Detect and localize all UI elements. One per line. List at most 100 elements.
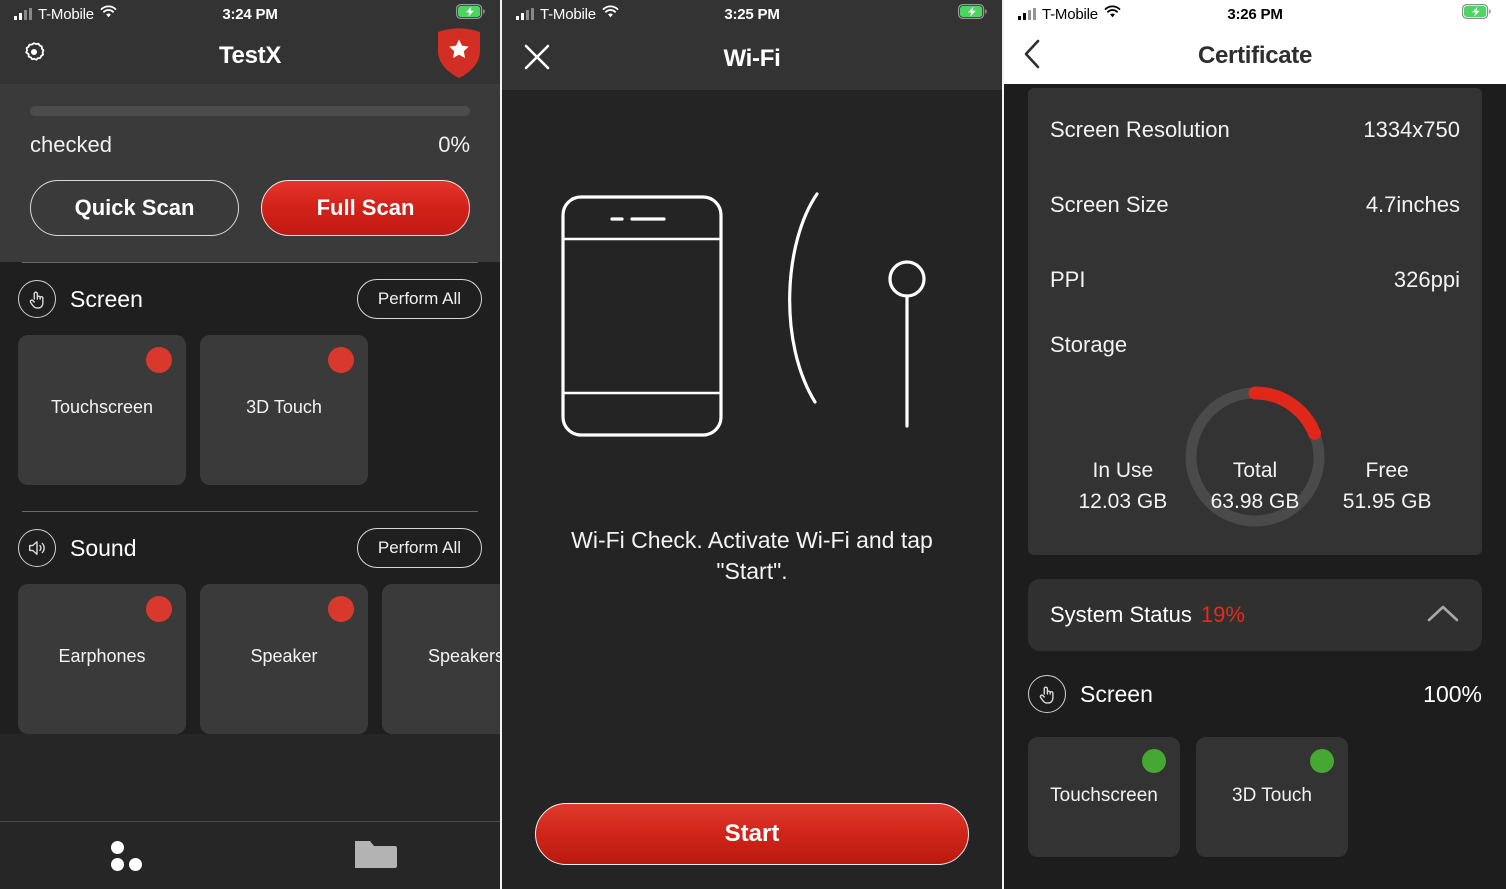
carrier-label: T-Mobile xyxy=(1042,5,1098,23)
section-header-screen: Screen Perform All xyxy=(18,263,482,335)
spec-value: 1334x750 xyxy=(1363,116,1460,142)
test-card-label: Speakers xyxy=(427,646,500,666)
page-title: Certificate xyxy=(1197,42,1313,69)
status-bar: T-Mobile 3:26 PM xyxy=(1004,0,1506,28)
scan-progress-value: 0% xyxy=(438,132,470,157)
test-card[interactable]: Touchscreen xyxy=(1028,737,1180,857)
tab-bar xyxy=(0,821,500,889)
perform-all-button-sound[interactable]: Perform All xyxy=(356,528,482,568)
status-badge xyxy=(146,596,172,622)
in-use-value: 12.03 GB xyxy=(1078,490,1168,513)
settings-button[interactable] xyxy=(18,38,50,75)
status-bar-right xyxy=(1462,4,1492,24)
test-card[interactable]: Speakers xyxy=(382,584,500,734)
spec-label: Screen Size xyxy=(1050,191,1169,217)
touch-gesture-icon xyxy=(18,280,56,318)
status-bar-left: T-Mobile xyxy=(516,5,619,23)
spec-row-storage: Storage xyxy=(1028,317,1482,373)
system-status-label: System Status xyxy=(1050,602,1192,627)
battery-charging-icon xyxy=(456,4,486,24)
scan-progress-bar xyxy=(30,106,470,116)
carrier-label: T-Mobile xyxy=(540,5,596,23)
chevron-left-icon xyxy=(1022,38,1042,75)
chevron-up-icon[interactable] xyxy=(1426,602,1460,629)
close-icon xyxy=(520,40,554,79)
storage-free: Free 51.95 GB xyxy=(1326,459,1448,514)
signal-bars-icon xyxy=(1018,8,1036,20)
test-card-label: 3D Touch xyxy=(246,397,322,417)
speaker-icon xyxy=(18,529,56,567)
section-title: Screen xyxy=(1080,680,1153,707)
test-card-label: Earphones xyxy=(58,646,146,666)
scan-buttons: Quick Scan Full Scan xyxy=(30,180,470,236)
system-status-row[interactable]: System Status 19% xyxy=(1028,579,1482,651)
storage-total: Total 63.98 GB xyxy=(1184,459,1327,514)
status-bar-left: T-Mobile xyxy=(14,5,117,23)
status-badge xyxy=(328,596,354,622)
section-header-sound: Sound Perform All xyxy=(18,512,482,584)
spec-value: 4.7inches xyxy=(1365,191,1460,217)
folder-icon xyxy=(353,835,397,876)
storage-in-use: In Use 12.03 GB xyxy=(1062,459,1184,514)
test-card[interactable]: 3D Touch xyxy=(1196,737,1348,857)
storage-donut-chart: In Use 12.03 GB Total 63.98 GB Free 51.9… xyxy=(1028,377,1482,537)
signal-bars-icon xyxy=(14,8,32,20)
section-title: Sound xyxy=(70,534,137,561)
instruction-text: Wi-Fi Check. Activate Wi-Fi and tap "Sta… xyxy=(571,527,933,584)
perform-all-button-screen[interactable]: Perform All xyxy=(356,279,482,319)
spec-row: PPI 326ppi xyxy=(1028,242,1482,317)
full-scan-button[interactable]: Full Scan xyxy=(261,180,470,236)
section-score: 100% xyxy=(1423,680,1482,707)
nav-bar: Certificate xyxy=(1004,28,1506,84)
scan-progress-row: checked 0% xyxy=(30,132,470,158)
three-screenshot-comparison: T-Mobile 3:24 PM TestX checked 0% Quick … xyxy=(0,0,1506,889)
back-button[interactable] xyxy=(1022,38,1042,75)
status-bar-right xyxy=(456,4,486,24)
panel-wifi-test: T-Mobile 3:25 PM Wi-Fi Wi-Fi Check. Acti… xyxy=(502,0,1002,889)
spec-value: 326ppi xyxy=(1393,266,1460,292)
storage-stats: In Use 12.03 GB Total 63.98 GB Free 51.9… xyxy=(1028,459,1482,514)
touch-gesture-icon xyxy=(1028,675,1066,713)
free-label: Free xyxy=(1365,459,1409,482)
section-header-screen: Screen 100% xyxy=(1004,651,1506,737)
test-card[interactable]: Touchscreen xyxy=(18,335,186,485)
quick-scan-button[interactable]: Quick Scan xyxy=(30,180,239,236)
files-tab[interactable] xyxy=(250,822,500,889)
shield-button[interactable] xyxy=(436,27,482,86)
wifi-test-body: Wi-Fi Check. Activate Wi-Fi and tap "Sta… xyxy=(502,90,1002,889)
wifi-icon xyxy=(1104,5,1121,23)
three-dots-icon xyxy=(108,840,142,871)
test-card-label: Touchscreen xyxy=(50,397,154,417)
wifi-icon xyxy=(100,5,117,23)
test-sections: Screen Perform All Touchscreen 3D Touch … xyxy=(0,262,500,734)
battery-charging-icon xyxy=(1462,4,1492,24)
test-card[interactable]: Speaker xyxy=(200,584,368,734)
nav-bar: Wi-Fi xyxy=(502,28,1002,90)
test-card[interactable]: Earphones xyxy=(18,584,186,734)
page-title: Wi-Fi xyxy=(723,45,781,72)
status-badge xyxy=(328,347,354,373)
spec-row: Screen Size 4.7inches xyxy=(1028,167,1482,242)
test-card[interactable]: 3D Touch xyxy=(200,335,368,485)
card-row-screen: Touchscreen 3D Touch xyxy=(18,335,482,485)
total-label: Total xyxy=(1232,459,1278,482)
start-button[interactable]: Start xyxy=(535,803,969,865)
battery-charging-icon xyxy=(958,4,988,24)
tests-tab[interactable] xyxy=(0,822,250,889)
close-button[interactable] xyxy=(520,40,554,79)
phone-wifi-signal-illustration xyxy=(552,186,952,451)
signal-bars-icon xyxy=(516,8,534,20)
test-card-label: Speaker xyxy=(250,646,318,666)
test-card-label: 3D Touch xyxy=(1232,785,1312,806)
total-value: 63.98 GB xyxy=(1210,490,1300,513)
panel-certificate: T-Mobile 3:26 PM Certificate Screen Reso… xyxy=(1004,0,1506,889)
status-bar: T-Mobile 3:24 PM xyxy=(0,0,500,28)
card-row-sound: Earphones Speaker Speakers xyxy=(18,584,500,734)
status-bar-right xyxy=(958,4,988,24)
system-status-percent: 19% xyxy=(1200,602,1245,627)
scan-header: checked 0% Quick Scan Full Scan xyxy=(0,84,500,262)
status-badge xyxy=(1142,749,1166,773)
card-row-screen: Touchscreen 3D Touch xyxy=(1004,737,1506,857)
in-use-label: In Use xyxy=(1092,459,1154,482)
device-spec-card: Screen Resolution 1334x750 Screen Size 4… xyxy=(1028,88,1482,555)
